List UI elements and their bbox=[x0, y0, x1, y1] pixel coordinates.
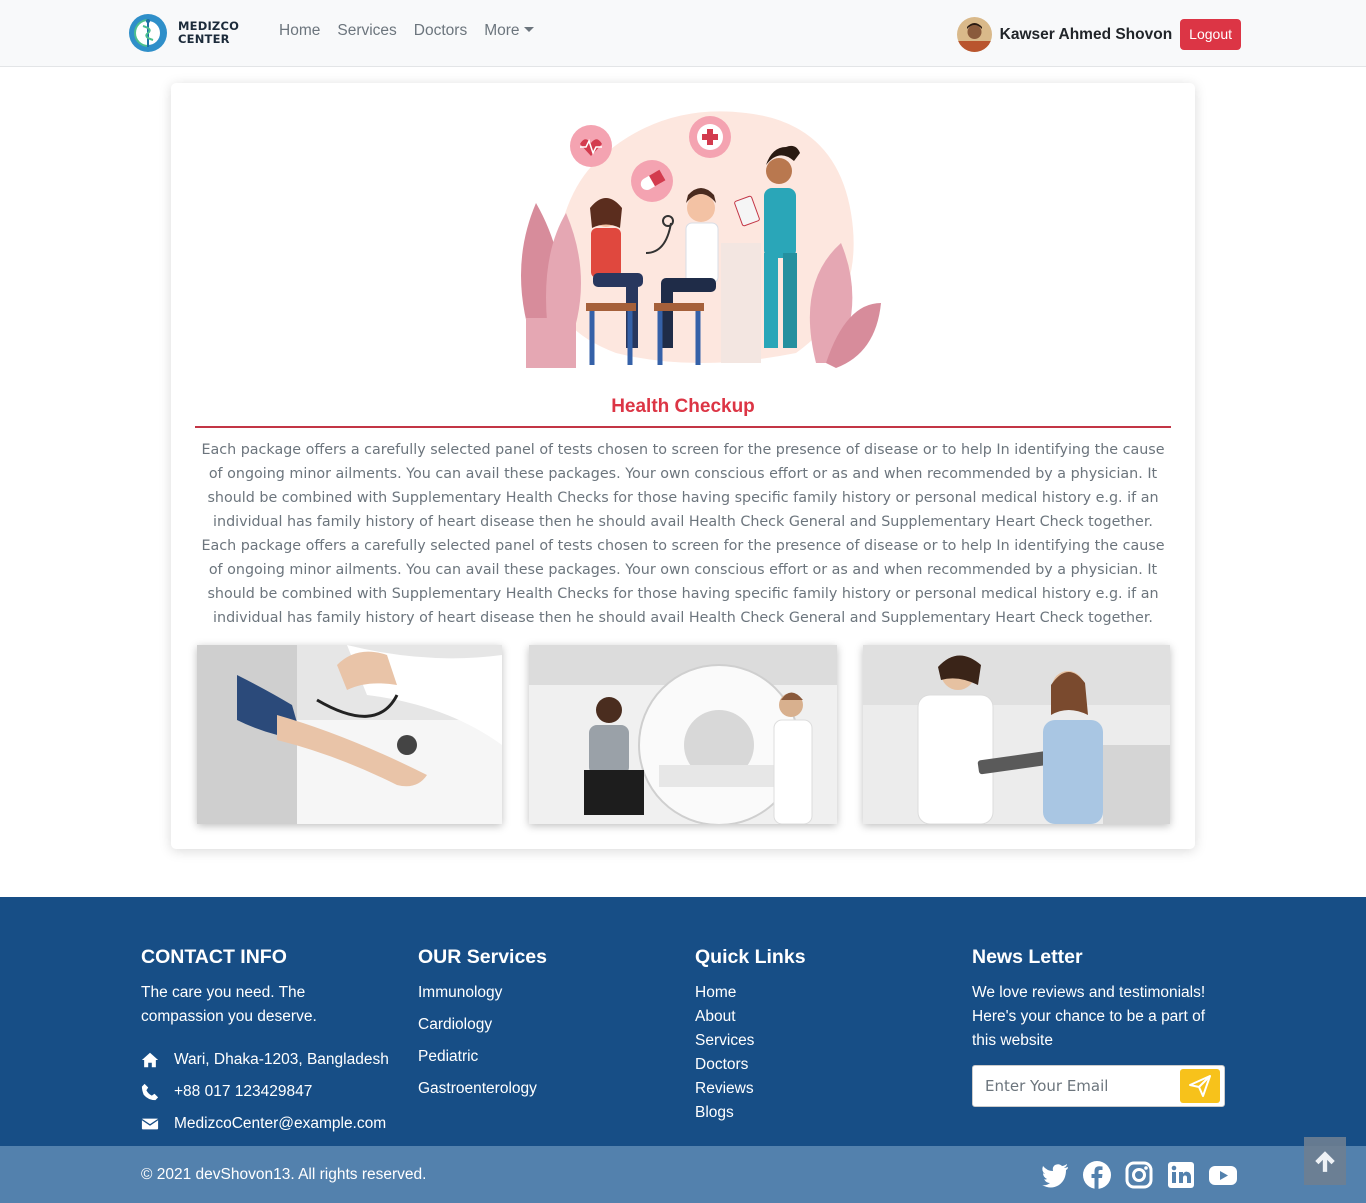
nav-doctors-link[interactable]: Doctors bbox=[414, 22, 467, 40]
quick-link-services[interactable]: Services bbox=[695, 1029, 895, 1053]
arrow-up-icon bbox=[1315, 1151, 1335, 1172]
footer-contact: CONTACT INFO The care you need. The comp… bbox=[141, 946, 401, 1140]
social-links bbox=[1040, 1160, 1250, 1190]
service-link[interactable]: Pediatric bbox=[418, 1045, 638, 1069]
footer-services: OUR Services Immunology Cardiology Pedia… bbox=[418, 946, 638, 1109]
newsletter-email-input[interactable] bbox=[973, 1066, 1178, 1106]
brand-line-2: CENTER bbox=[178, 32, 230, 46]
nav-services-link[interactable]: Services bbox=[337, 22, 396, 40]
home-icon bbox=[141, 1052, 159, 1068]
footer-quick-links: Quick Links Home About Services Doctors … bbox=[695, 946, 895, 1125]
avatar[interactable] bbox=[956, 17, 992, 52]
brand-name: MEDIZCO CENTER bbox=[178, 20, 239, 46]
linkedin-icon[interactable] bbox=[1166, 1160, 1196, 1190]
user-name: Kawser Ahmed Shovon bbox=[999, 25, 1173, 43]
newsletter-submit-button[interactable] bbox=[1180, 1069, 1220, 1103]
health-checkup-illustration bbox=[521, 111, 881, 368]
phone-icon bbox=[141, 1083, 159, 1101]
caret-down-icon bbox=[523, 27, 534, 32]
services-list: Immunology Cardiology Pediatric Gastroen… bbox=[418, 981, 638, 1101]
youtube-icon[interactable] bbox=[1208, 1160, 1238, 1190]
send-icon bbox=[1189, 1075, 1211, 1097]
service-link[interactable]: Cardiology bbox=[418, 1013, 638, 1037]
title-divider bbox=[195, 426, 1171, 428]
nav-home-link[interactable]: Home bbox=[279, 22, 320, 40]
service-link[interactable]: Gastroenterology bbox=[418, 1077, 638, 1101]
footer: CONTACT INFO The care you need. The comp… bbox=[0, 897, 1366, 1146]
user-avatar-image bbox=[956, 17, 992, 52]
quick-link-reviews[interactable]: Reviews bbox=[695, 1077, 895, 1101]
nav-more-dropdown[interactable]: More bbox=[484, 22, 534, 40]
caduceus-logo-icon bbox=[129, 14, 167, 52]
contact-tagline: The care you need. The compassion you de… bbox=[141, 984, 317, 1025]
contact-phone: +88 017 123429847 bbox=[141, 1076, 401, 1108]
contact-phone-text: +88 017 123429847 bbox=[174, 1083, 313, 1100]
blood-pressure-image bbox=[197, 645, 502, 824]
quick-link-about[interactable]: About bbox=[695, 1005, 895, 1029]
quick-links-list: Home About Services Doctors Reviews Blog… bbox=[695, 981, 895, 1125]
brand-logo[interactable]: MEDIZCO CENTER bbox=[124, 12, 249, 54]
bottom-bar: © 2021 devShovon13. All rights reserved. bbox=[0, 1146, 1366, 1203]
doctor-consultation-image bbox=[863, 645, 1170, 824]
quick-links-heading: Quick Links bbox=[695, 946, 806, 968]
service-description: Each package offers a carefully selected… bbox=[201, 442, 1165, 626]
services-heading: OUR Services bbox=[418, 946, 547, 968]
contact-email: MedizcoCenter@example.com bbox=[141, 1108, 401, 1140]
mri-scan-image bbox=[529, 645, 837, 824]
logout-button[interactable]: Logout bbox=[1180, 19, 1241, 50]
contact-address-text: Wari, Dhaka-1203, Bangladesh bbox=[174, 1051, 389, 1068]
doctor-consultation-photo bbox=[863, 645, 1170, 824]
quick-link-blogs[interactable]: Blogs bbox=[695, 1101, 895, 1125]
facebook-icon[interactable] bbox=[1082, 1160, 1112, 1190]
copyright-text: © 2021 devShovon13. All rights reserved. bbox=[141, 1166, 427, 1183]
envelope-icon bbox=[141, 1118, 159, 1130]
navbar: MEDIZCO CENTER Home Services Doctors Mor… bbox=[0, 0, 1366, 67]
blood-pressure-photo bbox=[197, 645, 502, 824]
quick-link-doctors[interactable]: Doctors bbox=[695, 1053, 895, 1077]
newsletter-form bbox=[972, 1065, 1225, 1107]
scroll-to-top-button[interactable] bbox=[1304, 1137, 1346, 1185]
newsletter-text: We love reviews and testimonials! Here's… bbox=[972, 984, 1206, 1049]
contact-heading: CONTACT INFO bbox=[141, 946, 287, 968]
nav-more-label: More bbox=[484, 22, 520, 39]
service-detail-card: Health Checkup Each package offers a car… bbox=[171, 83, 1195, 849]
user-menu: Kawser Ahmed Shovon Logout bbox=[956, 17, 1241, 52]
service-link[interactable]: Immunology bbox=[418, 981, 638, 1005]
instagram-icon[interactable] bbox=[1124, 1160, 1154, 1190]
nav-links: Home Services Doctors More bbox=[279, 22, 551, 40]
mri-scan-photo bbox=[529, 645, 837, 824]
service-title: Health Checkup bbox=[611, 396, 755, 417]
contact-email-text: MedizcoCenter@example.com bbox=[174, 1115, 387, 1132]
twitter-icon[interactable] bbox=[1040, 1160, 1070, 1190]
footer-newsletter: News Letter We love reviews and testimon… bbox=[972, 946, 1227, 1053]
quick-link-home[interactable]: Home bbox=[695, 981, 895, 1005]
newsletter-heading: News Letter bbox=[972, 946, 1083, 968]
contact-address: Wari, Dhaka-1203, Bangladesh bbox=[141, 1044, 401, 1076]
